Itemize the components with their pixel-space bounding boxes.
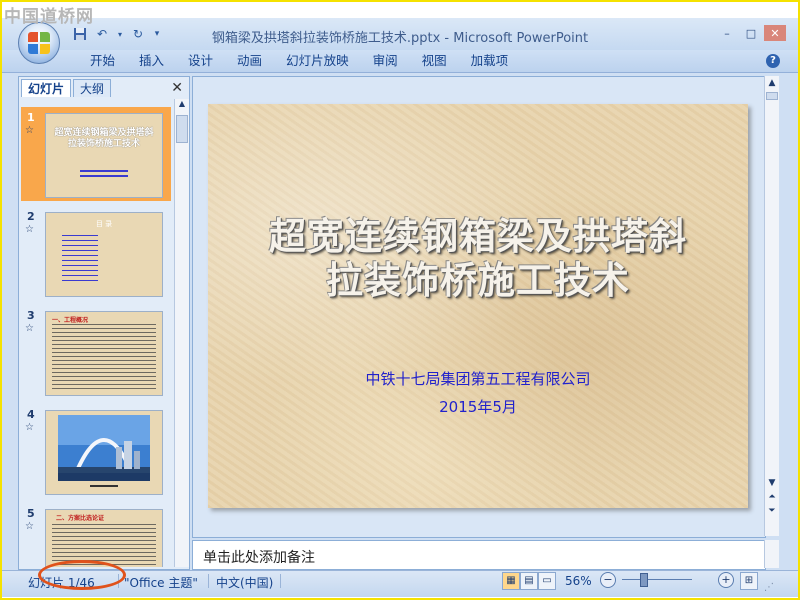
thumbnail-title: 二、方案比选论证 [56,515,105,522]
thumbnail-number: 3 [27,309,35,322]
tab-animations[interactable]: 动画 [225,53,274,69]
animation-star-icon: ☆ [25,125,34,136]
window-controls: – □ ✕ [716,25,786,41]
tab-outline[interactable]: 大纲 [73,79,112,97]
tab-insert[interactable]: 插入 [127,53,176,69]
scroll-up-icon[interactable]: ▲ [175,99,189,108]
animation-star-icon: ☆ [25,422,34,433]
previous-slide-icon[interactable]: ⏶ [765,492,779,502]
tab-home[interactable]: 开始 [78,53,127,69]
slide-title-line-2: 拉装饰桥施工技术 [326,258,630,302]
thumbnail-image: 一、工程概况 [45,311,163,396]
thumbnail-slide-2[interactable]: 2 ☆ 目 录 [21,206,171,300]
status-divider [280,574,281,588]
scrollbar-thumb[interactable] [766,92,778,100]
thumbnail-slide-3[interactable]: 3 ☆ 一、工程概况 [21,305,171,399]
thumbnail-title: 超宽连续钢箱梁及拱塔斜拉装饰桥施工技术 [54,128,154,149]
office-logo-icon [28,32,50,54]
slide-date[interactable]: 2015年5月 [208,396,748,417]
tab-slide-show[interactable]: 幻灯片放映 [274,53,361,69]
tab-review[interactable]: 审阅 [361,53,410,69]
status-divider [208,574,209,588]
ribbon-tabs: 开始 插入 设计 动画 幻灯片放映 审阅 视图 加载项 [78,53,520,69]
slide-sorter-icon[interactable]: ▤ [520,572,538,590]
zoom-level[interactable]: 56% [565,574,592,588]
thumbnail-image [45,410,163,495]
close-button[interactable]: ✕ [764,25,786,41]
notes-scrollbar[interactable] [764,540,779,568]
slides-panel: 幻灯片 大纲 ✕ 1 ☆ 超宽连续钢箱梁及拱塔斜拉装饰桥施工技术 2 ☆ 目 录… [18,76,190,570]
thumbnail-image: 超宽连续钢箱梁及拱塔斜拉装饰桥施工技术 [45,113,163,198]
window-title: 钢箱梁及拱塔斜拉装饰桥施工技术.pptx - Microsoft PowerPo… [211,31,589,46]
thumbnail-subtitle-lines [80,170,128,172]
thumbnail-image: 目 录 [45,212,163,297]
panel-close-icon[interactable]: ✕ [171,79,183,97]
slide-company[interactable]: 中铁十七局集团第五工程有限公司 [208,368,748,389]
animation-star-icon: ☆ [25,224,34,235]
thumbnail-slide-5[interactable]: 5 ☆ 二、方案比选论证 [21,503,171,567]
zoom-out-icon[interactable]: − [600,572,616,588]
thumbnail-body-text [52,324,156,390]
zoom-slider-knob[interactable] [640,573,648,587]
thumbnail-number: 5 [27,507,35,520]
notes-pane[interactable]: 单击此处添加备注 [192,540,766,570]
thumbnail-toc-lines [62,235,98,236]
thumbnail-number: 4 [27,408,35,421]
panel-tabs: 幻灯片 大纲 [21,79,112,97]
thumbnail-slide-1[interactable]: 1 ☆ 超宽连续钢箱梁及拱塔斜拉装饰桥施工技术 [21,107,171,201]
thumbnail-number: 2 [27,210,35,223]
theme-name[interactable]: "Office 主题" [124,574,198,591]
thumbnail-slide-4[interactable]: 4 ☆ [21,404,171,498]
notes-placeholder: 单击此处添加备注 [203,550,315,566]
tab-view[interactable]: 视图 [410,53,459,69]
next-slide-icon[interactable]: ⏷ [765,506,779,516]
thumbnail-list: 1 ☆ 超宽连续钢箱梁及拱塔斜拉装饰桥施工技术 2 ☆ 目 录 3 ☆ 一、工程… [21,101,171,567]
thumbnail-title: 一、工程概况 [52,317,89,324]
tab-add-ins[interactable]: 加载项 [459,53,521,69]
language-indicator[interactable]: 中文(中国) [216,574,273,591]
scrollbar-thumb[interactable] [176,115,188,143]
thumbnail-image: 二、方案比选论证 [45,509,163,567]
office-button[interactable] [18,22,60,64]
maximize-button[interactable]: □ [740,25,762,41]
scroll-up-icon[interactable]: ▲ [765,78,779,88]
thumbnail-scrollbar[interactable]: ▲ [174,99,189,567]
thumbnail-title: 目 录 [95,220,113,228]
tab-slides[interactable]: 幻灯片 [21,79,72,97]
slide-scrollbar[interactable]: ▲ ▼ ⏶ ⏷ [764,76,779,536]
fit-to-window-icon[interactable]: ⊞ [740,572,758,590]
thumbnail-number: 1 [27,111,35,124]
resize-grip-icon[interactable]: ⋰ [764,582,774,593]
scroll-down-icon[interactable]: ▼ [765,478,779,488]
tab-design[interactable]: 设计 [176,53,225,69]
animation-star-icon: ☆ [25,521,34,532]
bridge-photo [58,415,150,487]
slide-title-line-1: 超宽连续钢箱梁及拱塔斜 [269,214,687,258]
slide-title[interactable]: 超宽连续钢箱梁及拱塔斜 拉装饰桥施工技术 [208,214,748,302]
normal-view-icon[interactable]: ▦ [502,572,520,590]
animation-star-icon: ☆ [25,323,34,334]
slide-show-icon[interactable]: ▭ [538,572,556,590]
help-icon[interactable]: ? [766,54,780,68]
current-slide[interactable]: 超宽连续钢箱梁及拱塔斜 拉装饰桥施工技术 中铁十七局集团第五工程有限公司 201… [208,104,748,508]
zoom-in-icon[interactable]: + [718,572,734,588]
minimize-button[interactable]: – [716,25,738,41]
zoom-slider[interactable] [622,579,692,580]
watermark-text: 中国道桥网 [4,7,94,27]
annotation-circle [38,560,126,590]
